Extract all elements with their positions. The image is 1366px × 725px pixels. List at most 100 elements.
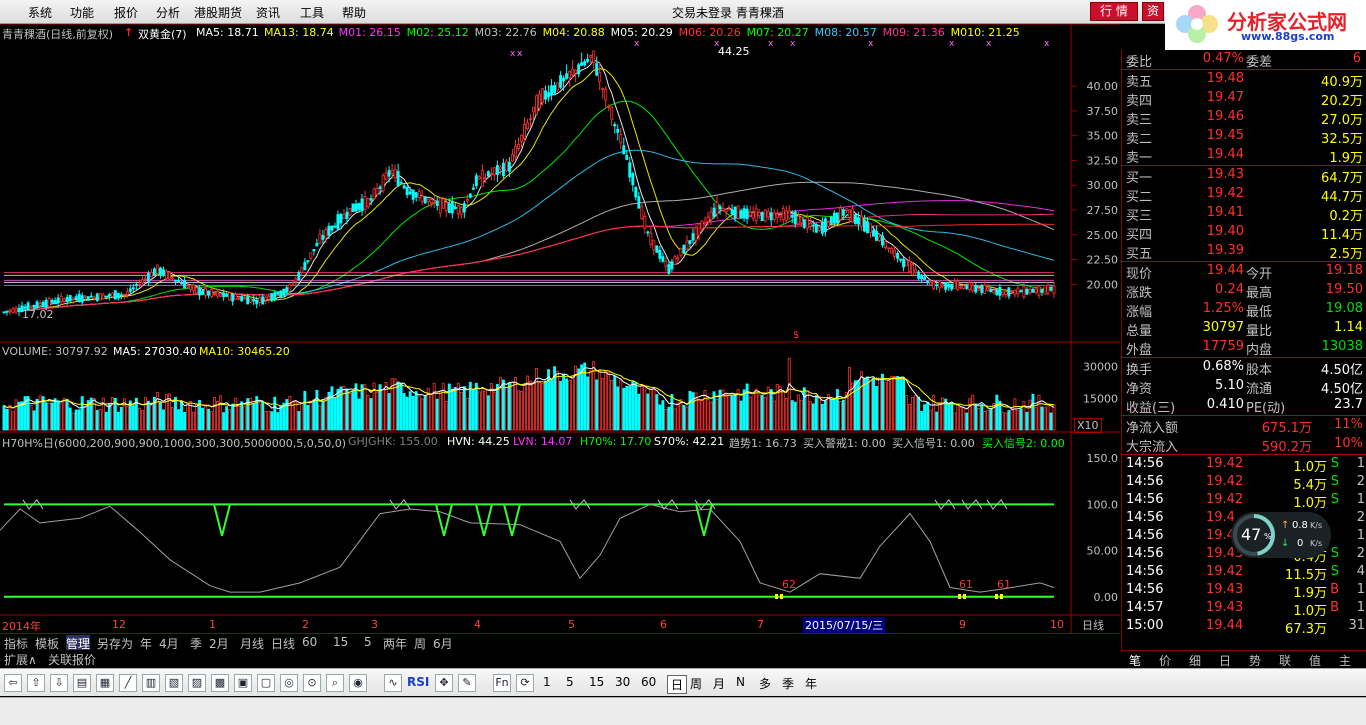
volume-bar <box>309 400 313 431</box>
period-button[interactable]: 月 <box>713 675 725 692</box>
period-button[interactable]: N <box>736 675 745 689</box>
volume-bar <box>814 395 818 431</box>
toolbar-tool-icon[interactable]: ▧ <box>165 674 183 692</box>
volume-bar <box>986 409 990 431</box>
tick-volume: 67.3万 <box>1285 622 1327 637</box>
tick-direction: S <box>1330 456 1339 471</box>
toolbar-tool-icon[interactable]: ▨ <box>188 674 206 692</box>
detail-tab[interactable]: 日 <box>1219 652 1231 669</box>
signal-marker: x <box>517 49 523 59</box>
period-button[interactable]: 日 <box>667 675 688 694</box>
period-button[interactable]: 5 <box>566 675 574 689</box>
period-button[interactable]: 季 <box>782 675 794 692</box>
toolbar-tool-icon[interactable]: ▦ <box>96 674 114 692</box>
volume-bar <box>965 412 969 431</box>
toolbar-tool-icon[interactable]: ▥ <box>142 674 160 692</box>
market-button[interactable]: 行 情 <box>1090 2 1138 21</box>
candle-body <box>655 245 659 253</box>
gauge-pct: 47 <box>1241 525 1262 544</box>
volume-bar <box>1007 410 1011 431</box>
toolbar-tool-icon[interactable]: ⊙ <box>303 674 321 692</box>
detail-tab[interactable]: 势 <box>1249 652 1261 669</box>
drawing-tool-icon[interactable]: ✎ <box>458 674 476 692</box>
toolbar-tool-icon[interactable]: ⇧ <box>27 674 45 692</box>
period-button[interactable]: 多 <box>759 675 771 692</box>
candle-body <box>86 296 90 301</box>
volume-bar <box>670 394 674 431</box>
menu-hk-futures[interactable]: 港股期货 <box>194 4 242 21</box>
toolbar-tool-icon[interactable]: ⇩ <box>50 674 68 692</box>
detail-tab[interactable]: 联 <box>1279 652 1291 669</box>
candle-body <box>1049 288 1053 291</box>
candle-body <box>195 287 199 294</box>
menu-help[interactable]: 帮助 <box>342 4 366 21</box>
detail-tab[interactable]: 主 <box>1339 652 1351 669</box>
sell-level-label: 卖四 <box>1126 94 1153 109</box>
volume-bar <box>673 408 677 431</box>
period-tab[interactable]: 5 <box>364 635 372 649</box>
period-button[interactable]: 15 <box>589 675 604 689</box>
detail-tab[interactable]: 细 <box>1189 652 1201 669</box>
candle-body <box>336 214 340 230</box>
toolbar-tool-icon[interactable]: ▢ <box>257 674 275 692</box>
candle-body <box>850 208 854 223</box>
candle-body <box>492 167 496 176</box>
period-tab[interactable]: 15 <box>333 635 348 649</box>
expand-tab[interactable]: 扩展∧ <box>4 651 37 668</box>
toolbar-tool-icon[interactable]: ▤ <box>73 674 91 692</box>
volume-bar <box>44 402 48 431</box>
signal-dot <box>963 593 966 599</box>
period-button[interactable]: 30 <box>615 675 630 689</box>
trade-button[interactable]: 资 <box>1142 2 1164 21</box>
candle-body <box>721 208 725 211</box>
chart-line-icon[interactable]: ∿ <box>384 674 402 692</box>
candle-body <box>219 293 223 297</box>
toolbar-tool-icon[interactable]: ⌕ <box>326 674 344 692</box>
candle-body <box>899 258 903 261</box>
menu-news[interactable]: 资讯 <box>256 4 280 21</box>
period-button[interactable]: 60 <box>641 675 656 689</box>
formula-tool-icon[interactable]: Fn <box>493 674 511 692</box>
volume-bar <box>119 406 123 431</box>
menu-tools[interactable]: 工具 <box>300 4 324 21</box>
kline-indicator[interactable]: 双黄金(7) <box>138 26 187 42</box>
candle-body <box>1001 291 1005 295</box>
menu-quote[interactable]: 报价 <box>114 4 138 21</box>
detail-tab[interactable]: 笔 <box>1129 652 1141 669</box>
toolbar-tool-icon[interactable]: ⇦ <box>4 674 22 692</box>
candle-body <box>835 212 839 224</box>
ma-legend-item: M01: 26.15 <box>338 26 401 39</box>
menu-system[interactable]: 系统 <box>28 4 52 21</box>
h70-tick-label: 50.00 <box>1087 545 1119 558</box>
toolbar-tool-icon[interactable]: ◎ <box>280 674 298 692</box>
volume-bar <box>465 397 469 431</box>
stat-label: 现价 <box>1126 267 1153 282</box>
toolbar-tool-icon[interactable]: ╱ <box>119 674 137 692</box>
volume-bar <box>592 361 596 431</box>
rsi-button[interactable]: RSI <box>407 675 429 689</box>
toolbar-tool-icon[interactable]: ▣ <box>234 674 252 692</box>
candle-body <box>177 280 180 282</box>
related-quote-tab[interactable]: 关联报价 <box>48 651 96 668</box>
period-tab[interactable]: 60 <box>302 635 317 649</box>
chart-area[interactable]: 40.00 37.50 35.00 32.50 30.00 27.50 25.00 22.50… <box>0 23 1120 634</box>
period-button[interactable]: 1 <box>543 675 551 689</box>
candle-body <box>462 203 466 213</box>
drawing-tool-icon[interactable]: ✥ <box>435 674 453 692</box>
detail-tab[interactable]: 价 <box>1159 652 1171 669</box>
toolbar-tool-icon[interactable]: ◉ <box>349 674 367 692</box>
volume-bar <box>321 400 325 431</box>
period-button[interactable]: 年 <box>805 675 817 692</box>
detail-tab[interactable]: 值 <box>1309 652 1321 669</box>
volume-bar <box>282 402 286 431</box>
menu-function[interactable]: 功能 <box>70 4 94 21</box>
candle-body <box>384 172 388 180</box>
tick-price: 19.42 <box>1206 456 1244 471</box>
menu-analysis[interactable]: 分析 <box>156 4 180 21</box>
period-button[interactable]: 周 <box>690 675 702 692</box>
formula-tool-icon[interactable]: ⟳ <box>516 674 534 692</box>
toolbar-tool-icon[interactable]: ▩ <box>211 674 229 692</box>
candle-body <box>510 154 514 162</box>
tick-time: 14:56 <box>1126 456 1164 471</box>
candle-body <box>98 293 102 301</box>
